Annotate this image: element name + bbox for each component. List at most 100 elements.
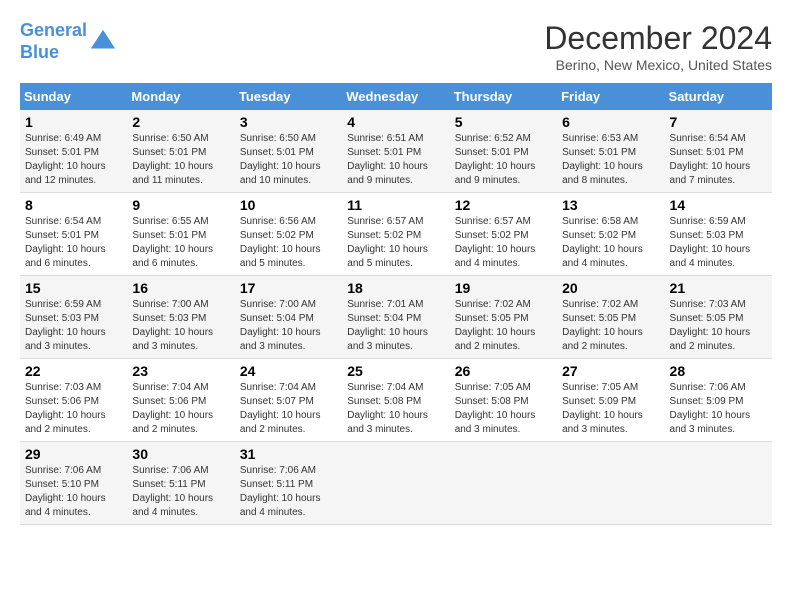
calendar-cell: 17Sunrise: 7:00 AM Sunset: 5:04 PM Dayli… — [235, 276, 342, 359]
calendar-cell: 8 Sunrise: 6:54 AM Sunset: 5:01 PM Daylig… — [20, 193, 127, 276]
calendar-week-row: 1 Sunrise: 6:49 AM Sunset: 5:01 PM Daylig… — [20, 110, 772, 193]
calendar-cell: 22 Sunrise: 7:03 AM Sunset: 5:06 PM Dayli… — [20, 359, 127, 442]
calendar-cell: 11Sunrise: 6:57 AM Sunset: 5:02 PM Dayli… — [342, 193, 449, 276]
day-info: Sunrise: 6:58 AM Sunset: 5:02 PM Dayligh… — [562, 215, 659, 271]
weekday-header-row: SundayMondayTuesdayWednesdayThursdayFrid… — [20, 83, 772, 110]
calendar-cell — [342, 442, 449, 525]
day-info: Sunrise: 6:52 AM Sunset: 5:01 PM Dayligh… — [455, 132, 552, 188]
day-number: 7 — [670, 114, 767, 130]
day-info: Sunrise: 6:57 AM Sunset: 5:02 PM Dayligh… — [347, 215, 444, 271]
day-info: Sunrise: 7:06 AM Sunset: 5:09 PM Dayligh… — [670, 381, 767, 437]
calendar-cell: 12 Sunrise: 6:57 AM Sunset: 5:02 PM Dayli… — [450, 193, 557, 276]
calendar-cell — [557, 442, 664, 525]
day-number: 22 — [25, 363, 122, 379]
location-subtitle: Berino, New Mexico, United States — [544, 57, 772, 73]
calendar-cell: 14 Sunrise: 6:59 AM Sunset: 5:03 PM Dayli… — [665, 193, 772, 276]
day-info: Sunrise: 7:06 AM Sunset: 5:10 PM Dayligh… — [25, 464, 122, 520]
day-info: Sunrise: 6:50 AM Sunset: 5:01 PM Dayligh… — [132, 132, 229, 188]
day-number: 30 — [132, 446, 229, 462]
calendar-week-row: 15Sunrise: 6:59 AM Sunset: 5:03 PM Dayli… — [20, 276, 772, 359]
calendar-cell: 9Sunrise: 6:55 AM Sunset: 5:01 PM Daylig… — [127, 193, 234, 276]
calendar-cell: 31Sunrise: 7:06 AM Sunset: 5:11 PM Dayli… — [235, 442, 342, 525]
day-number: 27 — [562, 363, 659, 379]
calendar-cell: 30 Sunrise: 7:06 AM Sunset: 5:11 PM Dayli… — [127, 442, 234, 525]
calendar-table: SundayMondayTuesdayWednesdayThursdayFrid… — [20, 83, 772, 525]
logo: General Blue — [20, 20, 117, 63]
logo-icon — [89, 28, 117, 56]
day-info: Sunrise: 7:00 AM Sunset: 5:03 PM Dayligh… — [132, 298, 229, 354]
calendar-cell: 1 Sunrise: 6:49 AM Sunset: 5:01 PM Daylig… — [20, 110, 127, 193]
day-info: Sunrise: 7:05 AM Sunset: 5:09 PM Dayligh… — [562, 381, 659, 437]
day-number: 4 — [347, 114, 444, 130]
day-info: Sunrise: 6:49 AM Sunset: 5:01 PM Dayligh… — [25, 132, 122, 188]
day-number: 15 — [25, 280, 122, 296]
calendar-cell: 10 Sunrise: 6:56 AM Sunset: 5:02 PM Dayli… — [235, 193, 342, 276]
calendar-cell: 24 Sunrise: 7:04 AM Sunset: 5:07 PM Dayli… — [235, 359, 342, 442]
calendar-cell: 27 Sunrise: 7:05 AM Sunset: 5:09 PM Dayli… — [557, 359, 664, 442]
calendar-cell: 23Sunrise: 7:04 AM Sunset: 5:06 PM Dayli… — [127, 359, 234, 442]
day-info: Sunrise: 7:02 AM Sunset: 5:05 PM Dayligh… — [455, 298, 552, 354]
day-number: 2 — [132, 114, 229, 130]
calendar-cell: 19 Sunrise: 7:02 AM Sunset: 5:05 PM Dayli… — [450, 276, 557, 359]
day-number: 9 — [132, 197, 229, 213]
day-info: Sunrise: 7:04 AM Sunset: 5:06 PM Dayligh… — [132, 381, 229, 437]
weekday-header: Saturday — [665, 83, 772, 110]
day-number: 16 — [132, 280, 229, 296]
day-number: 28 — [670, 363, 767, 379]
calendar-week-row: 29 Sunrise: 7:06 AM Sunset: 5:10 PM Dayli… — [20, 442, 772, 525]
calendar-cell: 3Sunrise: 6:50 AM Sunset: 5:01 PM Daylig… — [235, 110, 342, 193]
calendar-cell: 18 Sunrise: 7:01 AM Sunset: 5:04 PM Dayli… — [342, 276, 449, 359]
day-info: Sunrise: 7:00 AM Sunset: 5:04 PM Dayligh… — [240, 298, 337, 354]
day-number: 1 — [25, 114, 122, 130]
calendar-cell: 26 Sunrise: 7:05 AM Sunset: 5:08 PM Dayli… — [450, 359, 557, 442]
day-number: 26 — [455, 363, 552, 379]
day-number: 19 — [455, 280, 552, 296]
day-number: 24 — [240, 363, 337, 379]
weekday-header: Friday — [557, 83, 664, 110]
weekday-header: Sunday — [20, 83, 127, 110]
day-info: Sunrise: 6:57 AM Sunset: 5:02 PM Dayligh… — [455, 215, 552, 271]
day-info: Sunrise: 7:02 AM Sunset: 5:05 PM Dayligh… — [562, 298, 659, 354]
weekday-header: Wednesday — [342, 83, 449, 110]
day-number: 31 — [240, 446, 337, 462]
day-number: 29 — [25, 446, 122, 462]
day-info: Sunrise: 6:56 AM Sunset: 5:02 PM Dayligh… — [240, 215, 337, 271]
calendar-cell: 4 Sunrise: 6:51 AM Sunset: 5:01 PM Daylig… — [342, 110, 449, 193]
page-header: General Blue December 2024 Berino, New M… — [20, 20, 772, 73]
day-info: Sunrise: 7:03 AM Sunset: 5:06 PM Dayligh… — [25, 381, 122, 437]
day-info: Sunrise: 6:51 AM Sunset: 5:01 PM Dayligh… — [347, 132, 444, 188]
calendar-cell — [450, 442, 557, 525]
day-info: Sunrise: 7:06 AM Sunset: 5:11 PM Dayligh… — [132, 464, 229, 520]
calendar-cell: 6 Sunrise: 6:53 AM Sunset: 5:01 PM Daylig… — [557, 110, 664, 193]
day-info: Sunrise: 7:04 AM Sunset: 5:07 PM Dayligh… — [240, 381, 337, 437]
calendar-cell: 28 Sunrise: 7:06 AM Sunset: 5:09 PM Dayli… — [665, 359, 772, 442]
day-number: 8 — [25, 197, 122, 213]
calendar-cell: 25 Sunrise: 7:04 AM Sunset: 5:08 PM Dayli… — [342, 359, 449, 442]
day-number: 14 — [670, 197, 767, 213]
calendar-week-row: 8 Sunrise: 6:54 AM Sunset: 5:01 PM Daylig… — [20, 193, 772, 276]
day-number: 25 — [347, 363, 444, 379]
day-info: Sunrise: 7:05 AM Sunset: 5:08 PM Dayligh… — [455, 381, 552, 437]
calendar-cell: 20 Sunrise: 7:02 AM Sunset: 5:05 PM Dayli… — [557, 276, 664, 359]
day-number: 10 — [240, 197, 337, 213]
day-number: 12 — [455, 197, 552, 213]
calendar-week-row: 22 Sunrise: 7:03 AM Sunset: 5:06 PM Dayli… — [20, 359, 772, 442]
title-block: December 2024 Berino, New Mexico, United… — [544, 20, 772, 73]
day-number: 5 — [455, 114, 552, 130]
weekday-header: Thursday — [450, 83, 557, 110]
day-info: Sunrise: 7:04 AM Sunset: 5:08 PM Dayligh… — [347, 381, 444, 437]
day-info: Sunrise: 6:59 AM Sunset: 5:03 PM Dayligh… — [670, 215, 767, 271]
day-info: Sunrise: 6:54 AM Sunset: 5:01 PM Dayligh… — [25, 215, 122, 271]
logo-text: General Blue — [20, 20, 87, 63]
weekday-header: Monday — [127, 83, 234, 110]
day-info: Sunrise: 7:01 AM Sunset: 5:04 PM Dayligh… — [347, 298, 444, 354]
calendar-cell: 5 Sunrise: 6:52 AM Sunset: 5:01 PM Daylig… — [450, 110, 557, 193]
day-number: 6 — [562, 114, 659, 130]
day-number: 18 — [347, 280, 444, 296]
day-info: Sunrise: 6:54 AM Sunset: 5:01 PM Dayligh… — [670, 132, 767, 188]
day-info: Sunrise: 6:53 AM Sunset: 5:01 PM Dayligh… — [562, 132, 659, 188]
calendar-cell: 7 Sunrise: 6:54 AM Sunset: 5:01 PM Daylig… — [665, 110, 772, 193]
day-number: 20 — [562, 280, 659, 296]
day-info: Sunrise: 6:50 AM Sunset: 5:01 PM Dayligh… — [240, 132, 337, 188]
day-info: Sunrise: 7:03 AM Sunset: 5:05 PM Dayligh… — [670, 298, 767, 354]
